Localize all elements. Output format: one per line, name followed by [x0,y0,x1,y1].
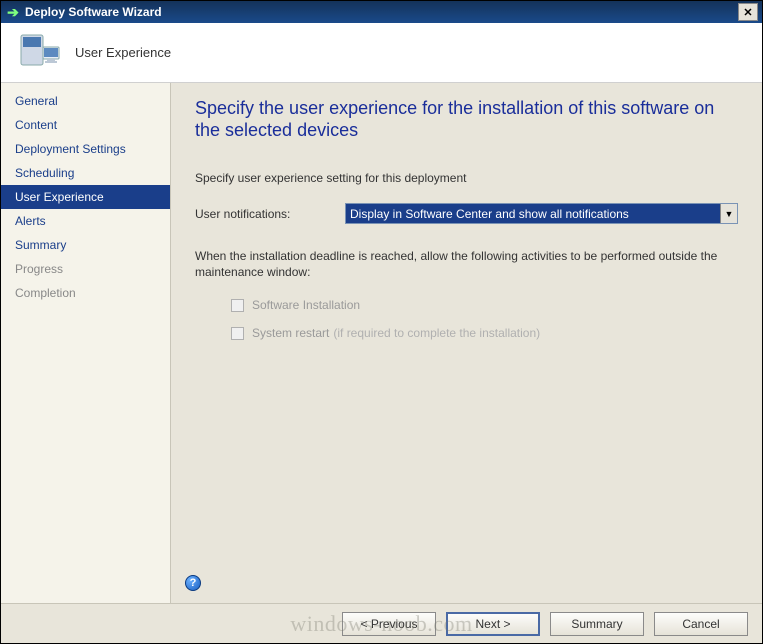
wizard-header: User Experience [1,23,762,83]
summary-button[interactable]: Summary [550,612,644,636]
computer-icon [15,29,63,77]
sidebar-item-user-experience[interactable]: User Experience [1,185,170,209]
help-icon[interactable]: ? [185,575,201,591]
next-button[interactable]: Next > [446,612,540,636]
system-restart-checkbox [231,327,244,340]
window-titlebar: ➔ Deploy Software Wizard ✕ [1,1,762,23]
wizard-body: General Content Deployment Settings Sche… [1,83,762,603]
instruction-text: Specify user experience setting for this… [195,171,738,185]
dropdown-selected-text: Display in Software Center and show all … [346,207,720,221]
main-heading: Specify the user experience for the inst… [195,97,738,141]
close-button[interactable]: ✕ [738,3,758,21]
chevron-down-icon: ▼ [720,204,737,223]
system-restart-sublabel: (if required to complete the installatio… [333,326,540,340]
sidebar-item-scheduling[interactable]: Scheduling [1,161,170,185]
user-notifications-dropdown[interactable]: Display in Software Center and show all … [345,203,738,224]
user-notifications-label: User notifications: [195,207,345,221]
sidebar-item-completion: Completion [1,281,170,305]
sidebar-item-general[interactable]: General [1,89,170,113]
sidebar-item-content[interactable]: Content [1,113,170,137]
previous-button[interactable]: < Previous [342,612,436,636]
wizard-arrow-icon: ➔ [5,4,21,20]
sidebar-item-deployment-settings[interactable]: Deployment Settings [1,137,170,161]
wizard-main-panel: Specify the user experience for the inst… [171,83,762,603]
system-restart-checkbox-row: System restart (if required to complete … [231,326,738,340]
software-installation-label: Software Installation [252,298,360,312]
wizard-sidebar: General Content Deployment Settings Sche… [1,83,171,603]
window-title: Deploy Software Wizard [25,5,738,19]
software-installation-checkbox [231,299,244,312]
wizard-footer: < Previous Next > Summary Cancel [1,603,762,643]
sidebar-item-alerts[interactable]: Alerts [1,209,170,233]
page-title: User Experience [75,45,171,60]
cancel-button[interactable]: Cancel [654,612,748,636]
software-installation-checkbox-row: Software Installation [231,298,738,312]
sidebar-item-summary[interactable]: Summary [1,233,170,257]
user-notifications-row: User notifications: Display in Software … [195,203,738,224]
system-restart-label: System restart [252,326,329,340]
deadline-instruction: When the installation deadline is reache… [195,248,738,280]
sidebar-item-progress: Progress [1,257,170,281]
